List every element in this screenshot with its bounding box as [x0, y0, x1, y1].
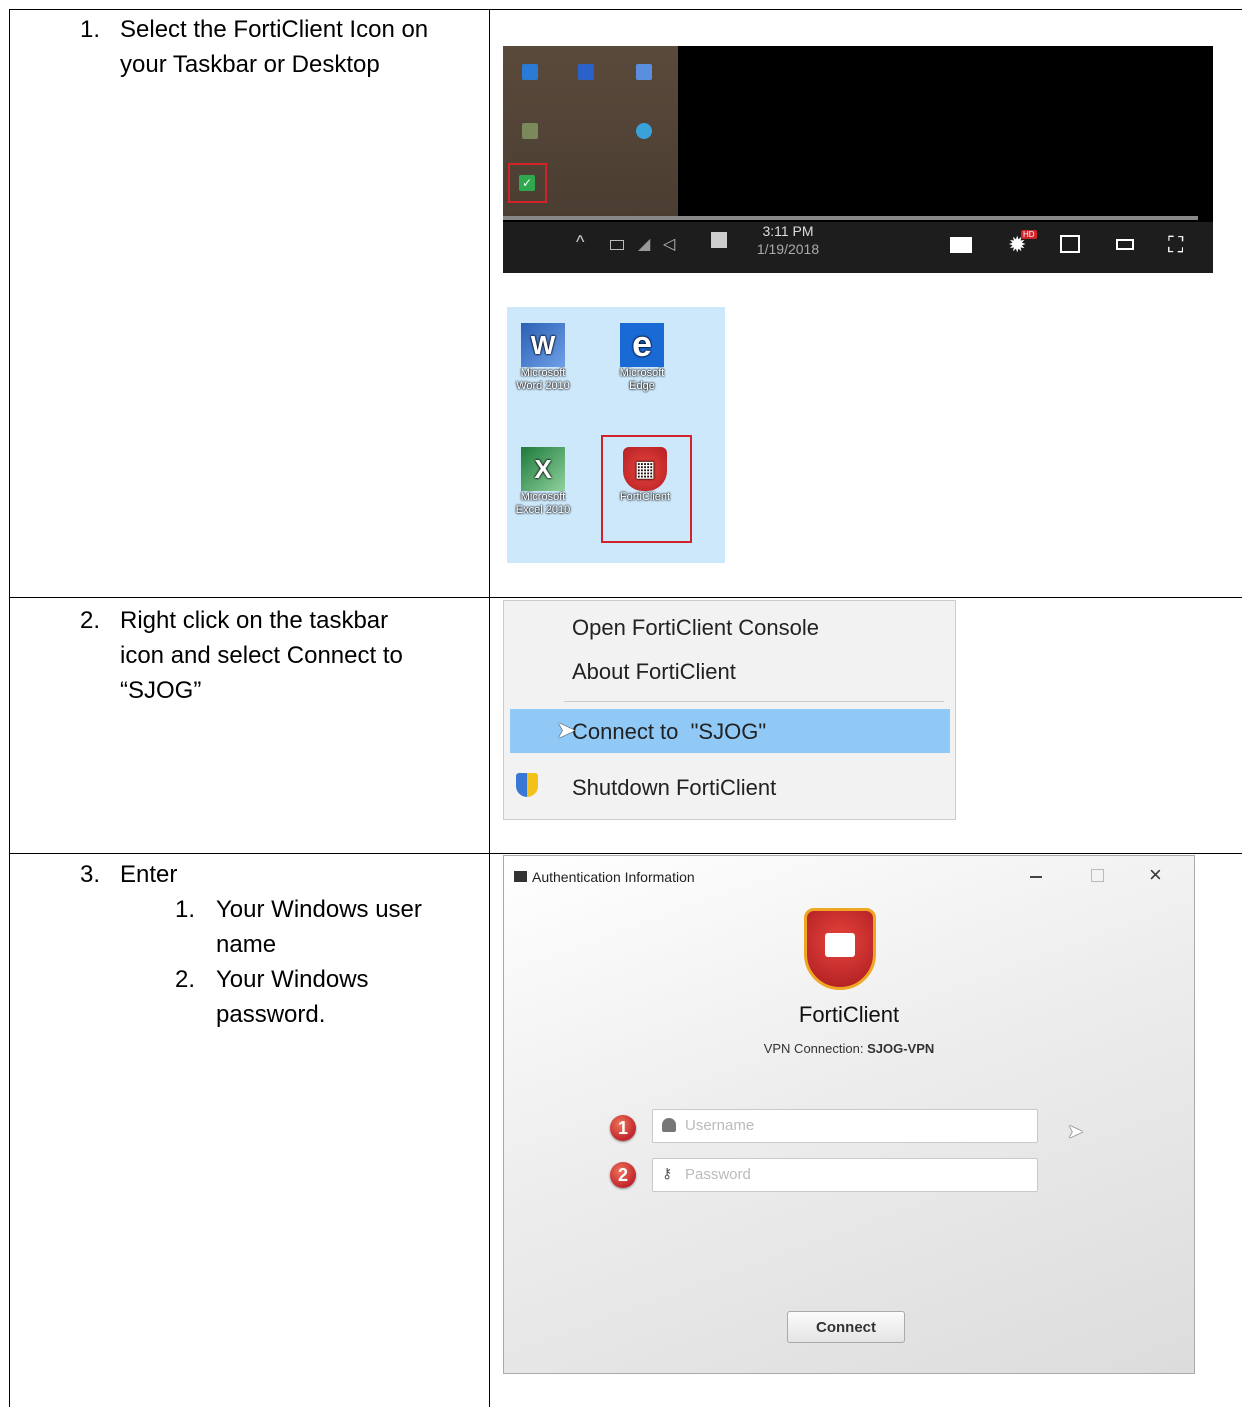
minimize-icon[interactable] — [1030, 876, 1042, 878]
substep-2-text: Your Windows password. — [216, 962, 476, 1032]
desktop-icon-label: Microsoft — [520, 367, 566, 379]
taskbar-screenshot: ✓ ^ ◢ ◁ 3:11 PM 1/19/2018 ✹ HD ⛶ — [503, 46, 1213, 273]
close-icon[interactable]: × — [1149, 862, 1162, 888]
tray-app-icon-3 — [636, 123, 652, 139]
taskbar-strip: ^ ◢ ◁ 3:11 PM 1/19/2018 ✹ HD ⛶ — [503, 222, 1213, 273]
table-column-divider — [489, 9, 490, 1407]
menu-separator — [564, 701, 944, 702]
video-progress-bar — [503, 216, 1198, 220]
substep-2-number: 2. — [175, 966, 196, 993]
tray-overflow-panel: ✓ — [503, 46, 678, 218]
edge-icon: e — [620, 323, 664, 367]
desktop-icon-label: FortiClient — [619, 491, 671, 503]
notification-icon — [711, 232, 727, 248]
step-2-line-2: icon and select Connect to — [120, 642, 403, 669]
desktop-icon-label: Edge — [629, 380, 655, 392]
step-2-number: 2. — [80, 607, 101, 634]
step-1-line-2: your Taskbar or Desktop — [120, 51, 380, 78]
volume-icon: ◁ — [663, 236, 676, 253]
desktop-icon-label: Microsoft — [619, 367, 665, 379]
forticlient-icon: ▦ — [623, 447, 667, 491]
step-1-number: 1. — [80, 16, 101, 43]
miniplayer-icon[interactable] — [1060, 235, 1080, 253]
substep-2-line-2: password. — [216, 1001, 326, 1028]
menu-item-open-console[interactable]: Open FortiClient Console — [572, 615, 819, 641]
wifi-icon: ◢ — [638, 236, 651, 253]
table-row-divider-2 — [9, 853, 1242, 854]
theater-mode-icon[interactable] — [1116, 239, 1134, 250]
menu-item-shutdown[interactable]: Shutdown FortiClient — [572, 775, 776, 801]
user-icon — [662, 1118, 676, 1132]
forticlient-tray-icon[interactable]: ✓ — [519, 175, 535, 191]
word-icon: W — [521, 323, 565, 367]
vpn-connection-line: VPN Connection: SJOG-VPN — [504, 1041, 1194, 1056]
word-tray-icon — [578, 64, 594, 80]
usb-tray-icon — [522, 123, 538, 139]
desktop-icon-excel[interactable]: X Microsoft Excel 2010 — [513, 447, 573, 517]
step-3-text: Enter — [120, 861, 178, 888]
logo-grid-icon — [825, 933, 855, 957]
excel-icon: X — [521, 447, 565, 491]
step-2-line-1: Right click on the taskbar — [120, 607, 389, 634]
username-field[interactable] — [652, 1109, 1038, 1143]
hd-badge: HD — [1021, 230, 1037, 239]
brand-name: FortiClient — [798, 1002, 900, 1027]
username-input[interactable] — [685, 1110, 1025, 1140]
desktop-icon-word[interactable]: W Microsoft Word 2010 — [513, 323, 573, 393]
step-2-text: Right click on the taskbar icon and sele… — [120, 603, 480, 708]
table-border-left — [9, 9, 10, 1407]
table-row-divider-1 — [9, 597, 1242, 598]
desktop-icon-label: Word 2010 — [516, 380, 570, 392]
substep-2-line-1: Your Windows — [216, 966, 369, 993]
vpn-connection-name: SJOG-VPN — [867, 1041, 935, 1056]
password-field[interactable]: ⚷ — [652, 1158, 1038, 1192]
desktop-icon-forticlient[interactable]: ▦ FortiClient — [609, 447, 681, 504]
maximize-icon[interactable] — [1091, 869, 1104, 882]
key-icon: ⚷ — [662, 1165, 673, 1181]
vpn-connection-label: VPN Connection: — [763, 1041, 864, 1056]
desktop-icon-label: Microsoft — [520, 491, 566, 503]
menu-item-about[interactable]: About FortiClient — [572, 659, 736, 685]
substep-1-number: 1. — [175, 896, 196, 923]
desktop-icon-label: Excel 2010 — [515, 504, 571, 516]
mouse-pointer-icon: ➤ — [1067, 1121, 1084, 1143]
connect-button[interactable]: Connect — [787, 1311, 905, 1343]
taskbar-clock: 3:11 PM 1/19/2018 — [743, 222, 833, 258]
clock-time: 3:11 PM — [762, 223, 814, 239]
subtitles-icon[interactable] — [950, 237, 972, 253]
app-window-icon — [514, 871, 527, 882]
context-menu: Open FortiClient Console About FortiClie… — [503, 600, 956, 820]
step-3-number: 3. — [80, 861, 101, 888]
desktop-icons-panel: W Microsoft Word 2010 e Microsoft Edge X… — [507, 307, 725, 563]
substep-1-line-2: name — [216, 931, 277, 958]
step-badge-2: 2 — [610, 1162, 636, 1188]
substep-1-text: Your Windows user name — [216, 892, 476, 962]
dialog-title: Authentication Information — [532, 869, 695, 885]
tray-app-icon — [522, 64, 538, 80]
table-border-top — [9, 9, 1242, 10]
shield-icon — [516, 773, 538, 797]
step-badge-1: 1 — [610, 1115, 636, 1141]
password-input[interactable] — [685, 1159, 1025, 1189]
cursor-arrow-icon: ➤ — [556, 717, 577, 744]
step-2-line-3: “SJOG” — [120, 677, 202, 704]
step-1-text: Select the FortiClient Icon on your Task… — [120, 12, 480, 82]
clock-date: 1/19/2018 — [756, 241, 820, 257]
authentication-dialog: Authentication Information × FortiClient… — [503, 855, 1195, 1374]
chevron-up-icon: ^ — [576, 232, 585, 252]
step-1-line-1: Select the FortiClient Icon on — [120, 16, 429, 43]
menu-item-connect[interactable]: Connect to "SJOG" — [572, 719, 766, 745]
battery-icon — [610, 240, 624, 250]
tray-app-icon-2 — [636, 64, 652, 80]
fullscreen-icon[interactable]: ⛶ — [1168, 232, 1183, 258]
substep-1-line-1: Your Windows user — [216, 896, 422, 923]
desktop-icon-edge[interactable]: e Microsoft Edge — [611, 323, 673, 393]
forticlient-logo — [804, 908, 876, 990]
